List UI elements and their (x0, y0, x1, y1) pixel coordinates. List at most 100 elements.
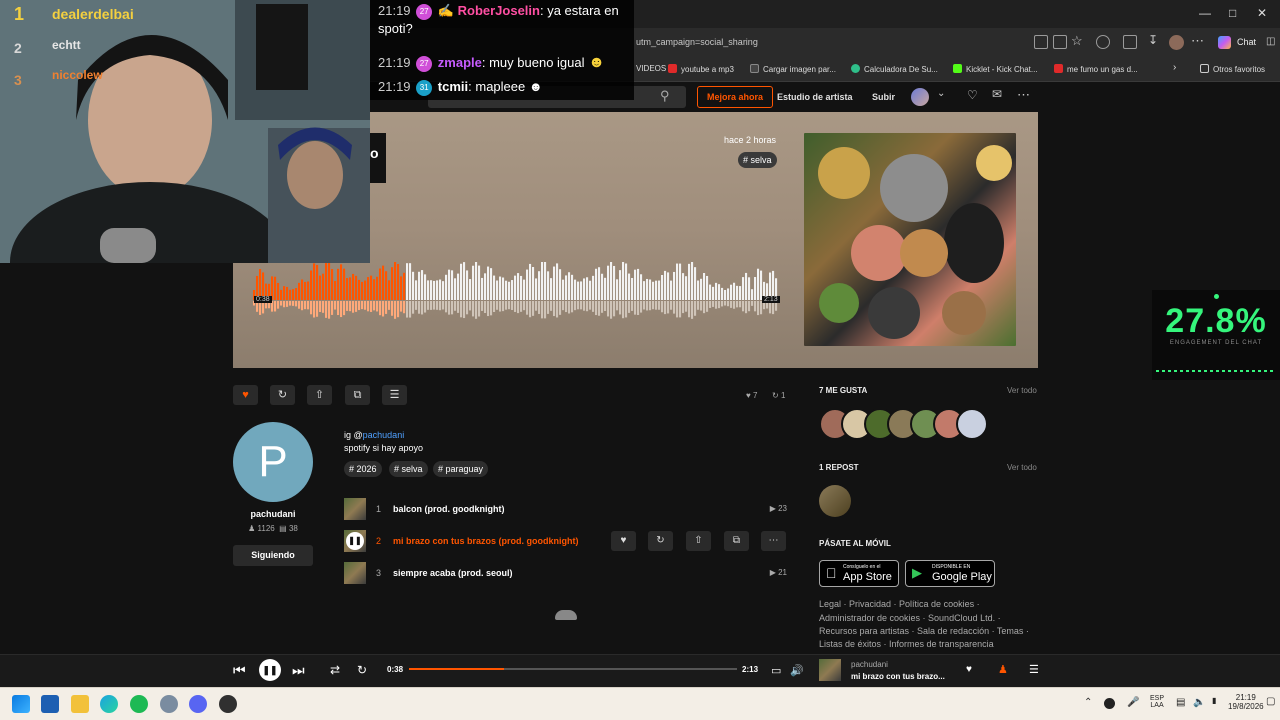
artist-avatar[interactable]: P (233, 422, 313, 502)
track-artwork[interactable] (804, 133, 1016, 346)
track-title[interactable]: siempre acaba (prod. seoul) (393, 568, 513, 578)
windows-start-icon[interactable] (12, 695, 30, 713)
footer-links[interactable]: Legal · Privacidad · Política de cookies… (819, 599, 980, 609)
player-like-icon[interactable]: ♥ (966, 664, 972, 675)
google-play-button[interactable]: ▶ DISPONIBLE EN Google Play (905, 560, 995, 587)
like-button[interactable]: ♥ (233, 385, 258, 405)
next-icon[interactable]: ⏭ (292, 662, 305, 679)
likes-view-all[interactable]: Ver todo (1007, 386, 1037, 395)
notification-center-icon[interactable]: ▢ (1266, 696, 1275, 707)
artist-studio-link[interactable]: Estudio de artista (777, 92, 853, 102)
queue-icon[interactable]: ☰ (1029, 663, 1039, 676)
track-repost-button[interactable]: ↻ (648, 531, 673, 551)
progress-bar[interactable] (409, 668, 737, 670)
footer-links[interactable]: Listas de éxitos · Informes de transpare… (819, 639, 994, 649)
bookmark-gas[interactable]: me fumo un gas d... (1054, 64, 1138, 74)
previous-icon[interactable]: ⏮ (233, 662, 246, 679)
track-row[interactable]: 1 balcon (prod. goodknight) ▶ 23 (344, 498, 790, 520)
follow-artist-icon[interactable]: ♟ (998, 663, 1008, 676)
likes-heading[interactable]: 7 ME GUSTA (819, 386, 867, 395)
tray-app-icon[interactable] (1104, 698, 1115, 709)
instagram-link[interactable]: pachudani (363, 430, 405, 440)
profile-avatar[interactable] (1169, 35, 1184, 50)
reposts-view-all[interactable]: Ver todo (1007, 463, 1037, 472)
pause-button[interactable]: ❚❚ (259, 659, 281, 681)
copilot-icon[interactable] (1218, 36, 1231, 49)
repeat-icon[interactable]: ↻ (357, 663, 367, 677)
bookmark-cargar-imagen[interactable]: Cargar imagen par... (750, 64, 836, 74)
pause-icon[interactable]: ❚❚ (346, 532, 364, 550)
volume-icon[interactable]: 🔊 (790, 664, 804, 677)
track-title[interactable]: balcon (prod. goodknight) (393, 504, 504, 514)
reading-view-icon[interactable] (1053, 35, 1067, 49)
user-avatar[interactable] (911, 88, 929, 106)
tray-expand-icon[interactable]: ⌃ (1084, 697, 1092, 708)
track-copy-button[interactable]: ⧉ (724, 531, 749, 551)
network-icon[interactable]: ▤ (1176, 697, 1185, 708)
store-icon[interactable] (41, 695, 59, 713)
more-menu-icon[interactable]: ⋯ (1191, 33, 1204, 49)
hero-tag[interactable]: # selva (738, 152, 777, 168)
liker-avatar[interactable] (956, 408, 988, 440)
split-screen-icon[interactable] (1034, 35, 1048, 49)
other-favorites[interactable]: Otros favoritos (1200, 64, 1265, 74)
shuffle-icon[interactable]: ⇄ (330, 663, 340, 677)
spotify-icon[interactable] (130, 695, 148, 713)
file-explorer-icon[interactable] (71, 695, 89, 713)
tag-2026[interactable]: # 2026 (344, 461, 382, 477)
copy-link-button[interactable]: ⧉ (345, 385, 370, 405)
favorite-star-icon[interactable]: ☆ (1071, 33, 1083, 49)
track-row-active[interactable]: ❚❚ 2 mi brazo con tus brazos (prod. good… (344, 530, 790, 552)
app-store-button[interactable]:  Consíguelo en el App Store (819, 560, 899, 587)
cast-icon[interactable]: ▭ (771, 664, 781, 677)
upgrade-button[interactable]: Mejora ahora (697, 86, 773, 108)
extensions-icon[interactable] (1096, 35, 1110, 49)
track-row[interactable]: 3 siempre acaba (prod. seoul) ▶ 21 (344, 562, 790, 584)
language-indicator[interactable]: ESP LAA (1150, 695, 1164, 709)
player-artist[interactable]: pachudani (851, 660, 888, 669)
close-icon[interactable]: ✕ (1257, 6, 1267, 20)
microphone-icon[interactable]: 🎤 (1127, 697, 1139, 708)
player-thumbnail[interactable] (819, 659, 841, 681)
repost-button[interactable]: ↻ (270, 385, 295, 405)
more-options-icon[interactable]: ⋯ (1017, 87, 1030, 103)
tag-paraguay[interactable]: # paraguay (433, 461, 489, 477)
notifications-bell-icon[interactable]: ♡ (967, 88, 978, 102)
edge-icon[interactable] (100, 695, 118, 713)
discord-icon[interactable] (189, 695, 207, 713)
tag-selva[interactable]: # selva (389, 461, 428, 477)
bookmark-calculadora[interactable]: Calculadora De Su... (851, 64, 938, 74)
sidebar-toggle-icon[interactable]: ◫ (1266, 36, 1275, 47)
footer-links[interactable]: Recursos para artistas · Sala de redacci… (819, 626, 1029, 636)
track-more-button[interactable]: ⋯ (761, 531, 786, 551)
battery-icon[interactable]: ▮ (1212, 696, 1216, 705)
artist-name[interactable]: pachudani (233, 509, 313, 519)
track-like-button[interactable]: ♥ (611, 531, 636, 551)
speaker-icon[interactable]: 🔈 (1193, 697, 1205, 708)
url-text[interactable]: utm_campaign=social_sharing (636, 37, 758, 47)
reposter-avatar[interactable] (819, 485, 851, 517)
player-title[interactable]: mi brazo con tus brazo... (851, 672, 945, 681)
bookmark-videos[interactable]: VIDEOS (636, 64, 666, 73)
bookmark-youtube-mp3[interactable]: youtube a mp3 (668, 64, 734, 74)
add-to-playlist-button[interactable]: ☰ (382, 385, 407, 405)
track-title[interactable]: mi brazo con tus brazos (prod. goodknigh… (393, 536, 579, 546)
collections-icon[interactable] (1123, 35, 1137, 49)
reposts-heading[interactable]: 1 REPOST (819, 463, 859, 472)
maximize-icon[interactable]: □ (1229, 6, 1236, 20)
app-icon[interactable] (160, 695, 178, 713)
chat-button[interactable]: Chat (1237, 37, 1256, 47)
waveform[interactable] (253, 262, 778, 326)
track-share-button[interactable]: ⇧ (686, 531, 711, 551)
clock[interactable]: 21:19 19/8/2026 (1228, 693, 1264, 711)
upload-link[interactable]: Subir (872, 92, 895, 102)
following-button[interactable]: Siguiendo (233, 545, 313, 566)
chevron-down-icon[interactable]: ⌄ (937, 88, 945, 99)
minimize-icon[interactable]: — (1199, 6, 1211, 20)
download-icon[interactable]: ↧ (1148, 33, 1158, 47)
obs-icon[interactable] (219, 695, 237, 713)
search-icon[interactable]: ⚲ (660, 88, 670, 104)
share-button[interactable]: ⇧ (307, 385, 332, 405)
bookmarks-overflow-icon[interactable]: › (1173, 62, 1176, 73)
bookmark-kicklet[interactable]: Kicklet - Kick Chat... (953, 64, 1038, 74)
